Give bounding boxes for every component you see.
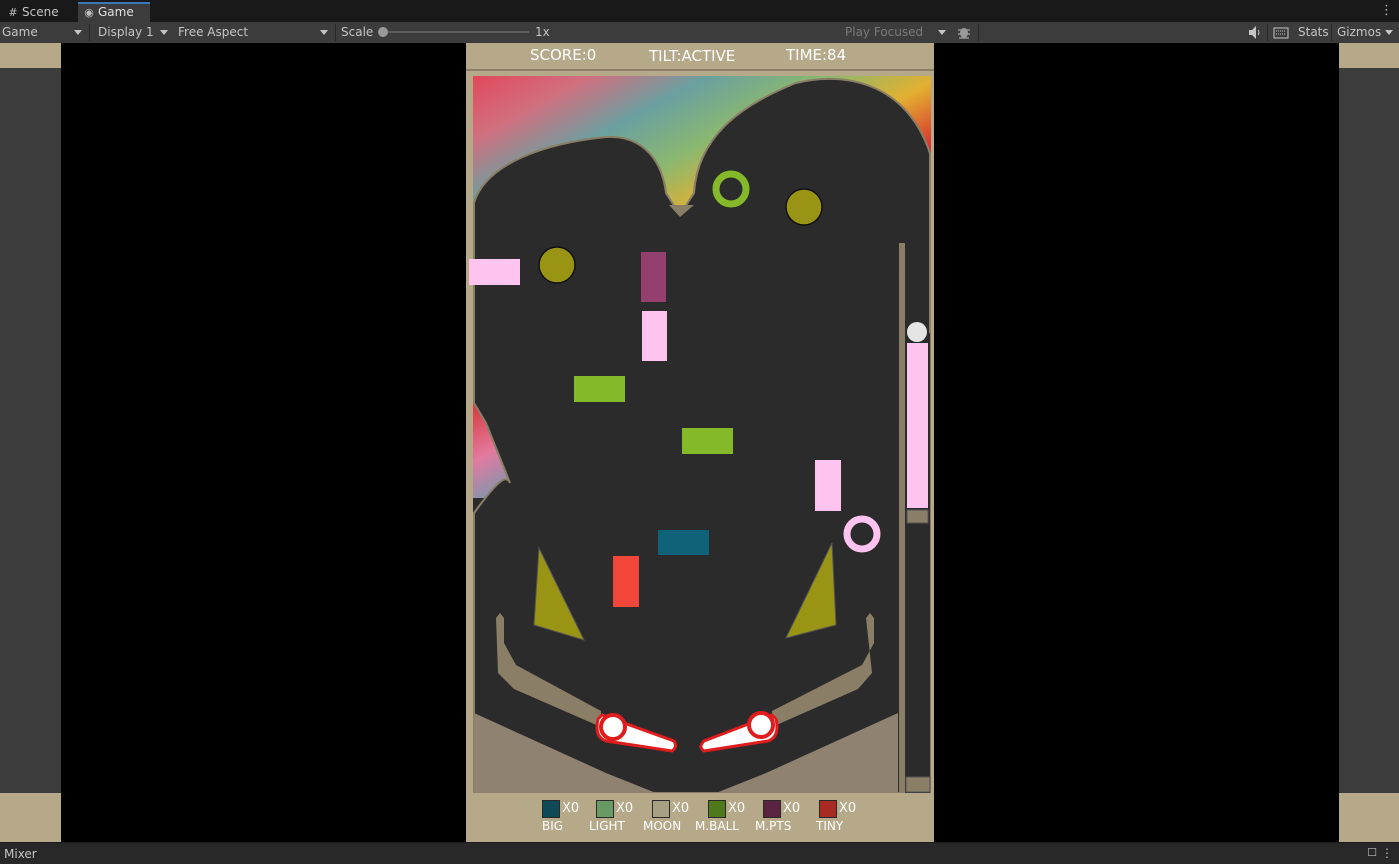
plunger-spring xyxy=(907,343,928,508)
powerup-multipoints-count: X0 xyxy=(783,801,801,816)
scale-slider-track[interactable] xyxy=(383,31,529,33)
editor-tab-bar: # Scene ◉ Game ⋮ xyxy=(0,0,1399,23)
letterbox-bottom-right xyxy=(1339,793,1399,842)
more-options-icon[interactable]: ⋮ xyxy=(1381,846,1393,860)
aspect-dropdown[interactable]: Free Aspect xyxy=(178,22,332,43)
powerup-multiball-count: X0 xyxy=(728,801,746,816)
play-mode-dropdown[interactable]: Play Focused xyxy=(845,22,950,43)
toolbar-divider xyxy=(1267,24,1268,41)
scale-value: 1x xyxy=(535,25,550,39)
scale-label: Scale xyxy=(341,25,374,39)
time-text: TIME:84 xyxy=(786,46,847,64)
powerup-moon-count: X0 xyxy=(672,801,690,816)
toolbar-divider xyxy=(89,24,90,41)
tab-game-label: Game xyxy=(98,5,134,19)
audio-icon[interactable] xyxy=(1247,22,1261,43)
gizmos-label: Gizmos xyxy=(1337,25,1382,39)
powerup-multiball-icon xyxy=(708,800,726,818)
powerup-big-icon xyxy=(542,800,560,818)
bumper-right xyxy=(785,188,823,226)
powerup-light-label: LIGHT xyxy=(589,819,625,833)
pink-drop-target-center xyxy=(642,311,667,361)
tilt-text: TILT:ACTIVE xyxy=(649,47,736,65)
powerup-light-icon xyxy=(596,800,614,818)
bumper-left xyxy=(538,246,576,284)
aspect-dropdown-label: Free Aspect xyxy=(178,25,249,39)
powerup-multipoints-icon xyxy=(763,800,781,818)
red-drop-target xyxy=(613,556,639,607)
toolbar-divider xyxy=(335,24,336,41)
powerup-panel xyxy=(466,793,934,842)
mode-dropdown-label: Game xyxy=(2,25,38,39)
lane-wall xyxy=(899,243,905,793)
bug-icon[interactable] xyxy=(957,22,971,43)
toolbar-divider xyxy=(1331,24,1332,41)
green-drop-target-right xyxy=(682,428,733,454)
toolbar-divider xyxy=(978,24,979,41)
tab-game[interactable]: ◉ Game xyxy=(78,2,150,22)
scale-slider-handle[interactable] xyxy=(378,27,388,37)
tab-scene-label: Scene xyxy=(22,5,59,19)
powerup-big-count: X0 xyxy=(562,801,580,816)
lane-floor xyxy=(905,776,931,793)
plunger-tip xyxy=(906,509,929,524)
powerup-tiny-icon xyxy=(819,800,837,818)
more-options-icon[interactable]: ⋮ xyxy=(1380,3,1393,18)
bottom-panel-bar xyxy=(0,842,1399,864)
gizmos-dropdown[interactable]: Gizmos xyxy=(1337,22,1397,43)
play-mode-label: Play Focused xyxy=(845,25,924,39)
powerup-tiny-count: X0 xyxy=(839,801,857,816)
grid-icon: # xyxy=(8,6,18,19)
powerup-moon-icon xyxy=(652,800,670,818)
left-wall xyxy=(466,113,473,793)
powerup-big-label: BIG xyxy=(542,819,564,833)
left-side-target xyxy=(469,259,520,285)
keyboard-icon[interactable] xyxy=(1273,22,1289,43)
header-divider xyxy=(466,69,934,71)
green-drop-target-left xyxy=(574,376,625,402)
stats-button[interactable]: Stats xyxy=(1298,22,1329,43)
pinball-table xyxy=(466,43,934,842)
display-dropdown-label: Display 1 xyxy=(98,25,154,39)
pinball-ball xyxy=(907,322,927,342)
letterbox-top-right xyxy=(1339,43,1399,68)
letterbox-bottom-left xyxy=(0,793,61,842)
display-dropdown[interactable]: Display 1 xyxy=(98,22,172,43)
tab-scene[interactable]: # Scene xyxy=(6,2,72,22)
pink-drop-target-right xyxy=(815,460,841,511)
powerup-moon-label: MOON xyxy=(643,819,682,833)
teal-drop-target xyxy=(658,530,709,555)
letterbox-top-left xyxy=(0,43,61,68)
mixer-tab[interactable]: Mixer xyxy=(4,847,37,861)
powerup-tiny-label: TINY xyxy=(816,819,844,833)
gamepad-icon: ◉ xyxy=(84,6,94,19)
powerup-light-count: X0 xyxy=(616,801,634,816)
powerup-multipoints-label: M.PTS xyxy=(755,819,792,833)
lock-icon[interactable]: ☐ xyxy=(1367,846,1377,859)
purple-drop-target xyxy=(641,252,666,302)
mode-dropdown[interactable]: Game xyxy=(2,22,86,43)
powerup-multiball-label: M.BALL xyxy=(695,819,739,833)
score-text: SCORE:0 xyxy=(530,46,597,64)
